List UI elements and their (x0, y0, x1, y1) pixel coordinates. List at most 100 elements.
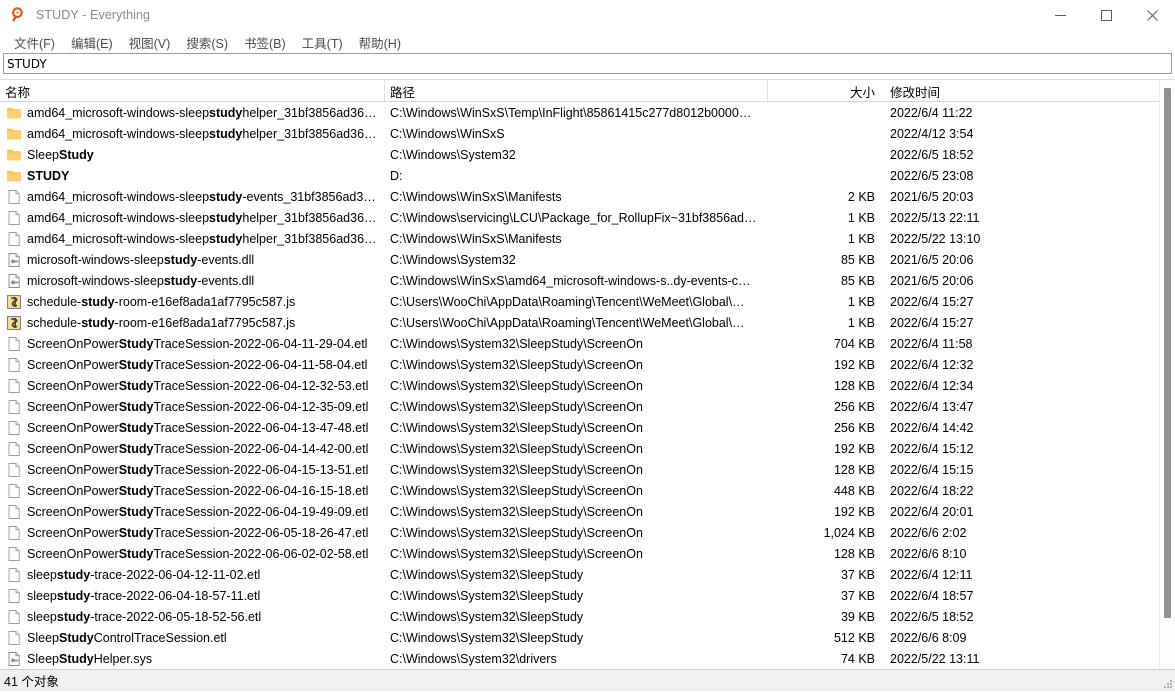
column-header-name[interactable]: 名称 (0, 80, 385, 101)
cell-name: microsoft-windows-sleepstudy-events.dll (0, 252, 385, 268)
cell-name: amd64_microsoft-windows-sleepstudyhelper… (0, 210, 385, 226)
cell-name: sleepstudy-trace-2022-06-05-18-52-56.etl (0, 609, 385, 625)
table-row[interactable]: sleepstudy-trace-2022-06-04-12-11-02.etl… (0, 564, 1175, 585)
scrollbar-thumb[interactable] (1164, 88, 1171, 618)
menu-item-view[interactable]: 视图(V) (121, 31, 179, 54)
cell-date: 2022/4/12 3:54 (890, 126, 974, 141)
cell-path: C:\Windows\System32\SleepStudy\ScreenOn (390, 420, 643, 435)
table-row[interactable]: amd64_microsoft-windows-sleepstudyhelper… (0, 123, 1175, 144)
table-row[interactable]: ScreenOnPowerStudyTraceSession-2022-06-0… (0, 459, 1175, 480)
cell-date: 2022/6/4 15:27 (890, 294, 974, 309)
table-row[interactable]: SleepStudy C:\Windows\System32 2022/6/5 18… (0, 144, 1175, 165)
table-row[interactable]: schedule-study-room-e16ef8ada1af7795c587… (0, 291, 1175, 312)
cell-name: SleepStudyControlTraceSession.etl (0, 630, 385, 646)
cell-name: schedule-study-room-e16ef8ada1af7795c587… (0, 294, 385, 310)
file-icon (6, 357, 22, 373)
close-button[interactable] (1129, 0, 1175, 30)
cell-size: 192 KB (833, 357, 875, 372)
cell-date: 2022/6/4 14:42 (890, 420, 974, 435)
cell-path: C:\Windows\System32\SleepStudy\ScreenOn (390, 483, 643, 498)
cell-size: 1 KB (847, 294, 875, 309)
column-header-date[interactable]: 修改时间 (883, 80, 1160, 101)
menu-item-file[interactable]: 文件(F) (6, 31, 63, 54)
js-icon (6, 294, 22, 310)
cell-date: 2021/6/5 20:06 (890, 252, 974, 267)
table-row[interactable]: ScreenOnPowerStudyTraceSession-2022-06-0… (0, 438, 1175, 459)
cell-date: 2022/6/4 11:22 (890, 105, 973, 120)
file-name-label: ScreenOnPowerStudyTraceSession-2022-06-0… (27, 378, 369, 393)
menu-item-help[interactable]: 帮助(H) (351, 31, 409, 54)
object-count-label: 41 个对象 (4, 675, 59, 689)
file-name-label: ScreenOnPowerStudyTraceSession-2022-06-0… (27, 546, 369, 561)
cell-date: 2022/6/6 8:10 (890, 546, 967, 561)
table-row[interactable]: sleepstudy-trace-2022-06-04-18-57-11.etl… (0, 585, 1175, 606)
cell-path: D: (390, 168, 403, 183)
table-row[interactable]: ScreenOnPowerStudyTraceSession-2022-06-0… (0, 375, 1175, 396)
table-row[interactable]: ScreenOnPowerStudyTraceSession-2022-06-0… (0, 354, 1175, 375)
table-row[interactable]: microsoft-windows-sleepstudy-events.dll C… (0, 270, 1175, 291)
maximize-button[interactable] (1083, 0, 1129, 30)
column-header-path[interactable]: 路径 (385, 80, 768, 101)
file-name-label: ScreenOnPowerStudyTraceSession-2022-06-0… (27, 336, 368, 351)
file-name-label: amd64_microsoft-windows-sleepstudyhelper… (27, 210, 377, 225)
cell-date: 2022/6/6 8:09 (890, 630, 967, 645)
cell-name: amd64_microsoft-windows-sleepstudy-event… (0, 189, 385, 205)
dll-icon (6, 273, 22, 289)
table-row[interactable]: amd64_microsoft-windows-sleepstudy-event… (0, 186, 1175, 207)
file-icon (6, 210, 22, 226)
table-row[interactable]: ScreenOnPowerStudyTraceSession-2022-06-0… (0, 396, 1175, 417)
cell-path: C:\Windows\WinSxS (390, 126, 505, 141)
table-row[interactable]: ScreenOnPowerStudyTraceSession-2022-06-0… (0, 417, 1175, 438)
menu-item-bookmarks[interactable]: 书签(B) (236, 31, 294, 54)
cell-path: C:\Windows\System32\SleepStudy (390, 630, 584, 645)
menu-bar: 文件(F) 编辑(E) 视图(V) 搜索(S) 书签(B) 工具(T) 帮助(H… (0, 31, 1175, 53)
minimize-button[interactable] (1037, 0, 1083, 30)
resize-grip-icon[interactable] (1161, 677, 1173, 689)
cell-date: 2022/6/5 23:08 (890, 168, 974, 183)
title-bar: STUDY - Everything (0, 0, 1175, 31)
table-row[interactable]: amd64_microsoft-windows-sleepstudyhelper… (0, 207, 1175, 228)
file-icon (6, 378, 22, 394)
vertical-scrollbar[interactable] (1159, 80, 1175, 669)
file-icon (6, 609, 22, 625)
cell-date: 2022/6/4 15:15 (890, 462, 974, 477)
cell-date: 2022/6/5 18:52 (890, 609, 974, 624)
table-row[interactable]: ScreenOnPowerStudyTraceSession-2022-06-0… (0, 522, 1175, 543)
search-input[interactable]: STUDY (3, 53, 1172, 74)
cell-size: 1 KB (847, 231, 875, 246)
file-icon (6, 399, 22, 415)
table-row[interactable]: ScreenOnPowerStudyTraceSession-2022-06-0… (0, 501, 1175, 522)
cell-name: ScreenOnPowerStudyTraceSession-2022-06-0… (0, 357, 385, 373)
cell-date: 2022/6/4 15:12 (890, 441, 974, 456)
column-header-size[interactable]: 大小 (768, 80, 883, 101)
menu-item-tools[interactable]: 工具(T) (294, 31, 351, 54)
file-name-label: amd64_microsoft-windows-sleepstudyhelper… (27, 231, 377, 246)
menu-item-edit[interactable]: 编辑(E) (63, 31, 121, 54)
table-row[interactable]: microsoft-windows-sleepstudy-events.dll C… (0, 249, 1175, 270)
table-row[interactable]: STUDY D: 2022/6/5 23:08 (0, 165, 1175, 186)
file-name-label: ScreenOnPowerStudyTraceSession-2022-06-0… (27, 525, 369, 540)
file-icon (6, 630, 22, 646)
file-icon (6, 588, 22, 604)
file-name-label: ScreenOnPowerStudyTraceSession-2022-06-0… (27, 441, 369, 456)
table-row[interactable]: SleepStudyHelper.sys C:\Windows\System32\… (0, 648, 1175, 669)
table-row[interactable]: sleepstudy-trace-2022-06-05-18-52-56.etl… (0, 606, 1175, 627)
cell-size: 256 KB (833, 399, 875, 414)
table-row[interactable]: ScreenOnPowerStudyTraceSession-2022-06-0… (0, 543, 1175, 564)
cell-size: 85 KB (840, 273, 875, 288)
file-icon (6, 420, 22, 436)
dll-icon (6, 651, 22, 667)
table-row[interactable]: SleepStudyControlTraceSession.etl C:\Wind… (0, 627, 1175, 648)
cell-size: 1,024 KB (823, 525, 875, 540)
cell-path: C:\Windows\WinSxS\Manifests (390, 189, 562, 204)
table-row[interactable]: schedule-study-room-e16ef8ada1af7795c587… (0, 312, 1175, 333)
cell-size: 85 KB (840, 252, 875, 267)
cell-size: 128 KB (833, 546, 875, 561)
cell-path: C:\Windows\System32\drivers (390, 651, 557, 666)
table-row[interactable]: ScreenOnPowerStudyTraceSession-2022-06-0… (0, 333, 1175, 354)
table-row[interactable]: amd64_microsoft-windows-sleepstudyhelper… (0, 228, 1175, 249)
cell-size: 2 KB (847, 189, 875, 204)
menu-item-search[interactable]: 搜索(S) (178, 31, 236, 54)
table-row[interactable]: amd64_microsoft-windows-sleepstudyhelper… (0, 102, 1175, 123)
table-row[interactable]: ScreenOnPowerStudyTraceSession-2022-06-0… (0, 480, 1175, 501)
